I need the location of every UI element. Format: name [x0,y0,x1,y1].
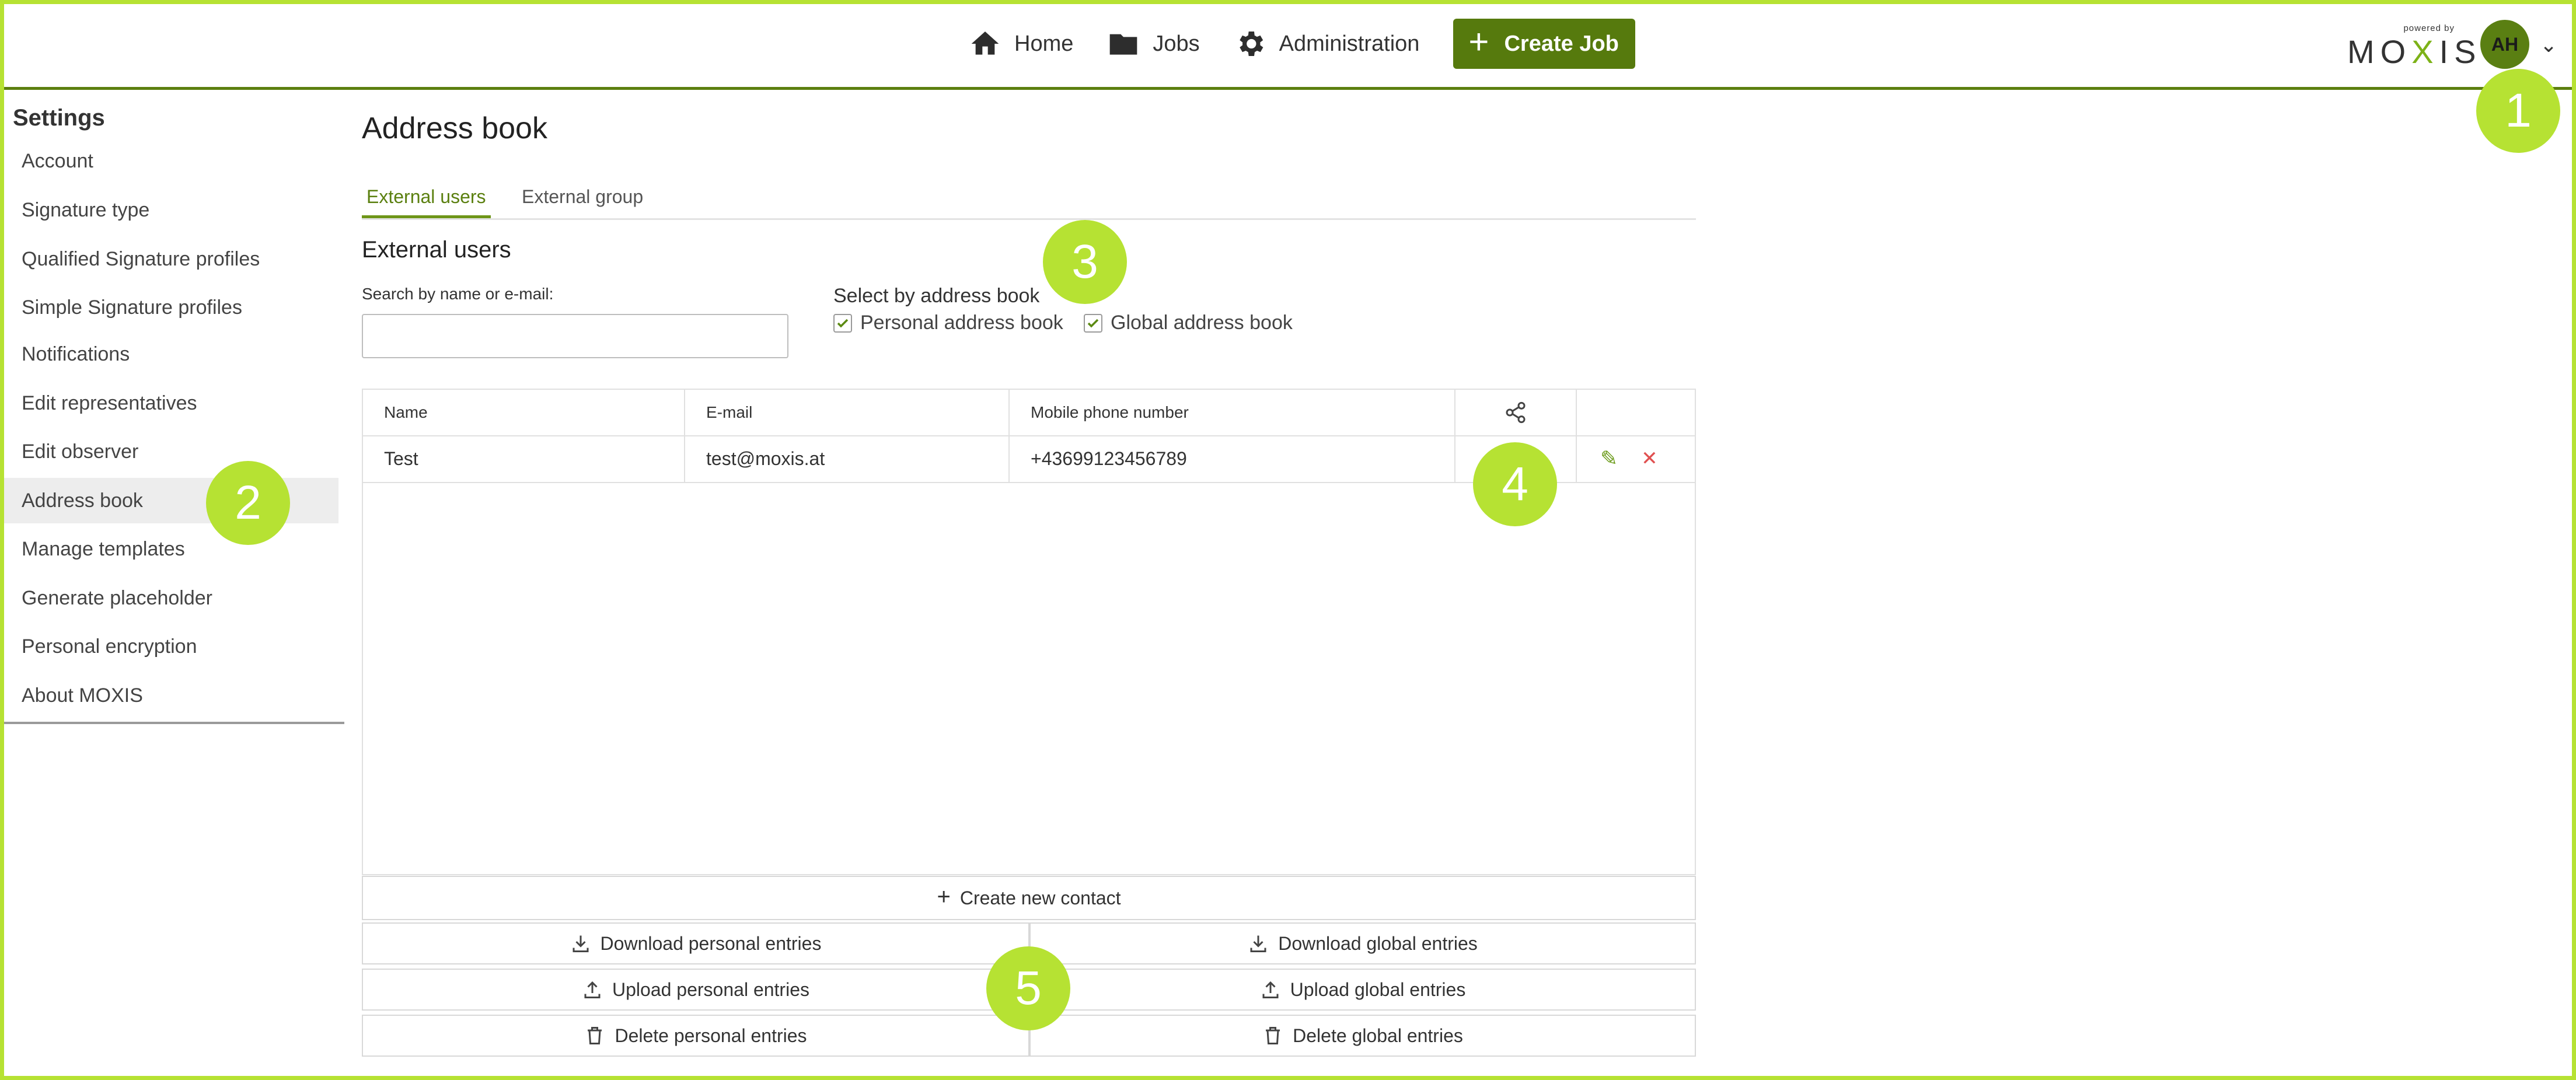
sidebar-item-edit-representatives[interactable]: Edit representatives [4,380,338,426]
sidebar-item-simple-signature-profiles[interactable]: Simple Signature profiles [4,285,338,330]
callout-marker-5: 5 [986,946,1070,1030]
column-header-name[interactable]: Name [363,390,685,435]
sidebar-item-signature-type[interactable]: Signature type [4,187,338,233]
sidebar-item-account[interactable]: Account [4,138,338,184]
upload-global-button[interactable]: Upload global entries [1029,969,1696,1011]
nav-home[interactable]: Home [969,27,1073,60]
download-icon [1250,935,1266,952]
callout-marker-1: 1 [2476,69,2560,153]
tab-external-group[interactable]: External group [522,175,643,218]
upload-global-label: Upload global entries [1290,978,1466,1000]
moxis-logo: powered by MOXIS [2347,21,2476,70]
column-header-email[interactable]: E-mail [685,390,1010,435]
cell-email: test@moxis.at [685,435,1010,482]
edit-icon[interactable]: ✎ [1600,446,1618,471]
upload-personal-label: Upload personal entries [612,978,809,1000]
tab-external-users[interactable]: External users [362,175,491,218]
check-icon [1087,319,1099,327]
address-book-select-label: Select by address book [833,285,1040,307]
sidebar-item-about-moxis[interactable]: About MOXIS [4,673,338,718]
create-job-button[interactable]: + Create Job [1453,19,1635,69]
cell-phone: +43699123456789 [1010,435,1455,482]
tab-bar: External users External group [362,175,1696,220]
nav-administration-label: Administration [1279,31,1420,56]
check-icon [837,319,849,327]
download-global-button[interactable]: Download global entries [1029,922,1696,964]
callout-marker-4: 4 [1473,442,1557,526]
personal-address-book-label: Personal address book [860,312,1063,334]
checkbox-box[interactable] [833,313,852,333]
nav-jobs[interactable]: Jobs [1107,27,1200,60]
search-label: Search by name or e-mail: [362,285,554,303]
callout-marker-2: 2 [206,461,290,545]
plus-icon: + [1468,22,1489,61]
download-icon [573,935,589,952]
brand-part-x: X [2411,33,2439,70]
column-header-phone[interactable]: Mobile phone number [1010,390,1455,435]
sidebar-item-manage-templates[interactable]: Manage templates [4,526,338,572]
share-icon [1506,401,1526,424]
column-header-actions [1577,390,1697,435]
download-global-label: Download global entries [1278,932,1478,954]
brand-name: MOXIS [2347,33,2482,71]
section-title: External users [362,237,511,263]
sidebar-item-generate-placeholder[interactable]: Generate placeholder [4,575,338,621]
brand-part-left: MO [2347,33,2412,70]
powered-by-text: powered by [2403,23,2455,33]
callout-marker-3: 3 [1043,220,1127,304]
global-address-book-label: Global address book [1111,312,1293,334]
cell-actions: ✎ ✕ [1577,435,1697,482]
create-new-contact-label: Create new contact [959,887,1121,908]
nav-jobs-label: Jobs [1153,31,1200,56]
upload-icon [1262,981,1279,998]
brand-part-right: IS [2439,33,2482,70]
home-icon [971,32,999,55]
main-nav: Home Jobs Administration + Create Job [969,18,1635,70]
trash-icon [1266,1027,1280,1044]
delete-global-label: Delete global entries [1293,1025,1463,1046]
sidebar-item-personal-encryption[interactable]: Personal encryption [4,624,338,669]
personal-address-book-checkbox[interactable]: Personal address book [833,312,1063,334]
delete-personal-label: Delete personal entries [615,1025,807,1046]
sidebar-title: Settings [13,105,105,131]
trash-icon [588,1027,602,1044]
table-header: Name E-mail Mobile phone number [363,390,1695,436]
chevron-down-icon[interactable]: ⌄ [2540,33,2557,57]
download-personal-label: Download personal entries [600,932,822,954]
sidebar-item-notifications[interactable]: Notifications [4,331,338,377]
global-address-book-checkbox[interactable]: Global address book [1084,312,1293,334]
upload-personal-button[interactable]: Upload personal entries [362,969,1029,1011]
nav-home-label: Home [1014,31,1074,56]
sidebar-item-edit-observer[interactable]: Edit observer [4,429,338,474]
gear-icon [1239,32,1263,56]
plus-icon: + [937,883,951,910]
create-new-contact-button[interactable]: + Create new contact [362,876,1696,920]
download-personal-button[interactable]: Download personal entries [362,922,1029,964]
checkbox-box[interactable] [1084,313,1102,333]
row-actions: ✎ ✕ [1577,446,1658,471]
sidebar-item-qualified-signature-profiles[interactable]: Qualified Signature profiles [4,236,338,282]
close-icon[interactable]: ✕ [1641,447,1658,470]
column-header-share[interactable] [1455,390,1577,435]
folder-icon [1110,34,1137,55]
top-navigation-bar: Home Jobs Administration + Create Job po… [0,0,2576,90]
settings-sidebar: Settings Account Signature type Qualifie… [4,90,344,724]
user-avatar[interactable]: AH [2480,20,2529,69]
delete-global-button[interactable]: Delete global entries [1029,1015,1696,1057]
upload-icon [584,981,601,998]
nav-administration[interactable]: Administration [1234,27,1420,60]
page-title: Address book [362,111,547,145]
search-input[interactable] [362,314,788,358]
cell-name: Test [363,435,685,482]
delete-personal-button[interactable]: Delete personal entries [362,1015,1029,1057]
create-job-label: Create Job [1504,31,1619,56]
avatar-initials: AH [2491,33,2519,55]
